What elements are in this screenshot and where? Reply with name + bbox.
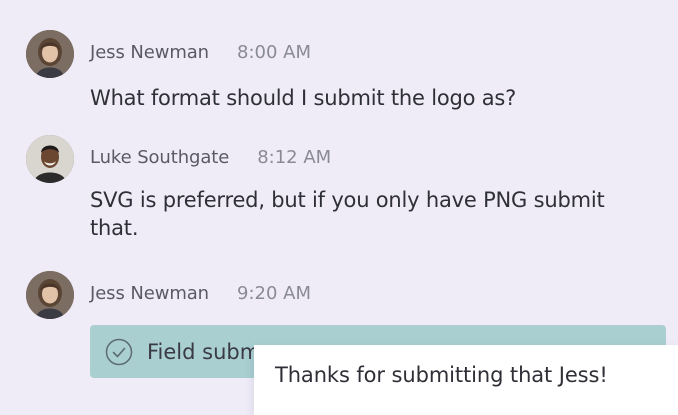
avatar[interactable] xyxy=(26,271,74,319)
message-time: 9:20 AM xyxy=(237,283,311,304)
avatar-luke-southgate-icon xyxy=(26,135,74,183)
author-name[interactable]: Jess Newman xyxy=(90,42,209,63)
message-time: 8:12 AM xyxy=(257,147,332,168)
author-name[interactable]: Luke Southgate xyxy=(90,147,229,168)
message-text: What format should I submit the logo as? xyxy=(90,86,517,110)
avatar-jess-newman-icon xyxy=(26,271,74,319)
check-circle-icon xyxy=(105,338,133,365)
author-name[interactable]: Jess Newman xyxy=(90,283,209,304)
avatar-jess-newman-icon xyxy=(26,30,74,78)
attachment-label: Field subm xyxy=(147,339,261,364)
reply-tooltip: Thanks for submitting that Jess! xyxy=(254,345,678,415)
message-time: 8:00 AM xyxy=(237,42,311,63)
chat-message: Luke Southgate 8:12 AM SVG is preferred,… xyxy=(26,135,666,245)
avatar[interactable] xyxy=(26,30,74,78)
chat-message: Jess Newman 8:00 AM What format should I… xyxy=(26,30,666,110)
avatar[interactable] xyxy=(26,135,74,183)
message-text: SVG is preferred, but if you only have P… xyxy=(90,188,605,240)
chat-message: Jess Newman 9:20 AM xyxy=(26,271,666,321)
